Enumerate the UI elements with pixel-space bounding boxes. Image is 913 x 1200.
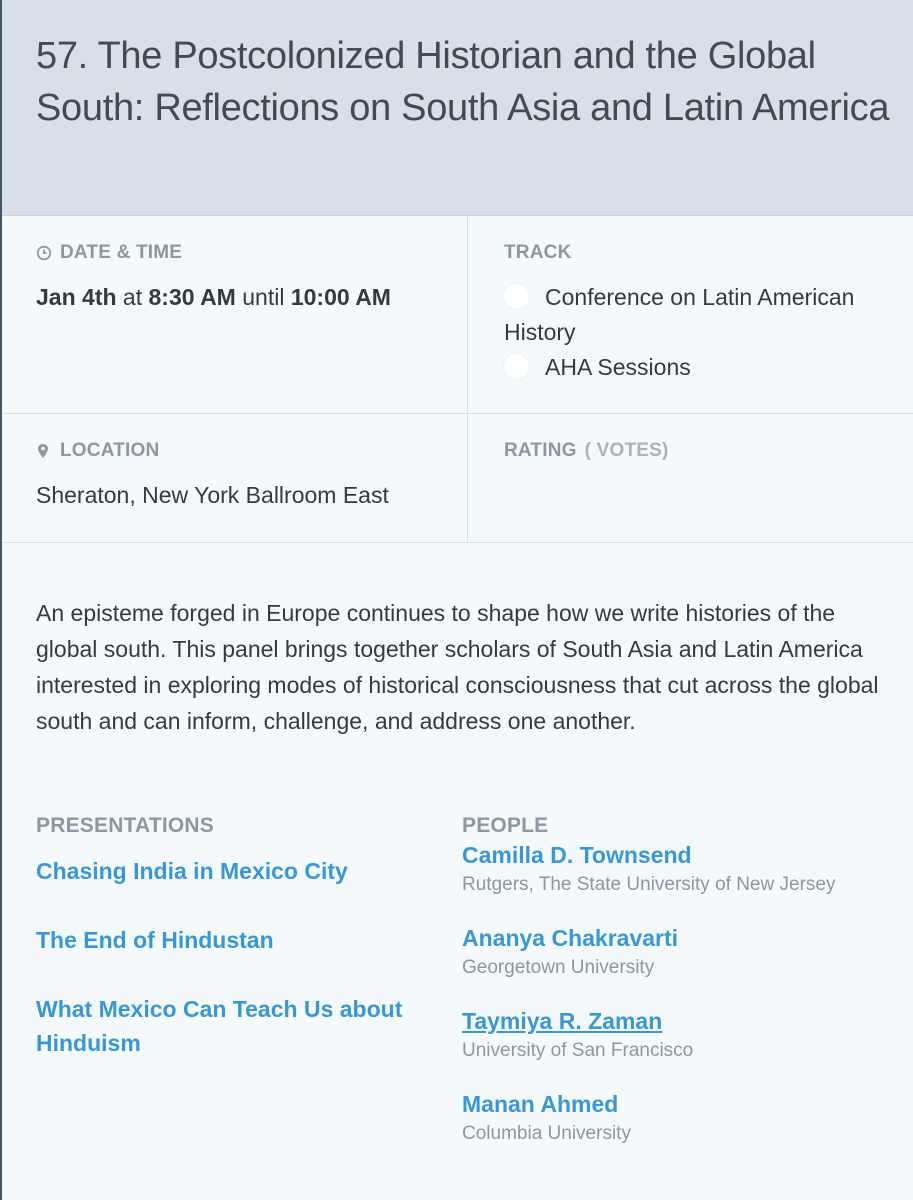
people-heading: PEOPLE [462,814,549,837]
track-color-dot-icon [504,354,529,379]
datetime-label-row: DATE & TIME [36,242,467,264]
person-affiliation: Columbia University [462,1123,631,1144]
session-description: An episteme forged in Europe continues t… [36,600,879,734]
presentation-link[interactable]: Chasing India in Mexico City [36,858,348,884]
people-section: PEOPLE Camilla D. Townsend Rutgers, The … [462,814,913,1170]
person-affiliation: University of San Francisco [462,1040,694,1061]
track-item-label: AHA Sessions [545,354,691,380]
session-title: 57. The Postcolonized Historian and the … [36,35,890,129]
person-item: Camilla D. Townsend Rutgers, The State U… [462,838,913,896]
rating-section: RATING ( VOTES) [467,414,913,542]
track-item-label: Conference on Latin American History [504,284,855,345]
datetime-section: DATE & TIME Jan 4th at 8:30 AM until 10:… [2,216,467,413]
presentations-section: PRESENTATIONS Chasing India in Mexico Ci… [36,814,462,1170]
track-section: TRACK Conference on Latin American Histo… [467,216,913,413]
location-value: Sheraton, New York Ballroom East [36,482,389,508]
date-text: Jan 4th [36,284,117,310]
info-row-2: LOCATION Sheraton, New York Ballroom Eas… [2,414,913,543]
clock-icon [36,245,52,261]
person-affiliation: Rutgers, The State University of New Jer… [462,874,836,895]
track-color-dot-icon [504,284,529,309]
end-time: 10:00 AM [290,284,391,310]
rating-label-row: RATING ( VOTES) [504,440,913,462]
person-item: Manan Ahmed Columbia University [462,1087,913,1145]
presentation-link[interactable]: The End of Hindustan [36,927,274,953]
presentation-item: The End of Hindustan [36,923,462,957]
session-page: 57. The Postcolonized Historian and the … [0,0,913,1200]
until-text: until [242,284,285,310]
session-header: 57. The Postcolonized Historian and the … [2,0,913,216]
datetime-label: DATE & TIME [60,242,183,263]
person-name-link[interactable]: Ananya Chakravarti [462,925,678,951]
presentation-link[interactable]: What Mexico Can Teach Us about Hinduism [36,996,402,1056]
person-name-link[interactable]: Camilla D. Townsend [462,842,692,868]
location-label-row: LOCATION [36,440,467,462]
person-item: Taymiya R. Zaman University of San Franc… [462,1004,913,1062]
info-row-1: DATE & TIME Jan 4th at 8:30 AM until 10:… [2,216,913,414]
track-item[interactable]: Conference on Latin American History [504,280,913,350]
at-text: at [122,284,143,310]
presentations-heading: PRESENTATIONS [36,814,215,837]
presentation-item: What Mexico Can Teach Us about Hinduism [36,992,462,1060]
rating-votes: ( VOTES) [584,440,669,461]
rating-label: RATING [504,440,577,461]
map-pin-icon [36,443,52,459]
person-item: Ananya Chakravarti Georgetown University [462,921,913,979]
datetime-value: Jan 4th at 8:30 AM until 10:00 AM [36,284,467,311]
presentation-item: Chasing India in Mexico City [36,854,462,888]
track-item[interactable]: AHA Sessions [504,350,913,385]
person-name-link[interactable]: Manan Ahmed [462,1091,618,1117]
start-time: 8:30 AM [148,284,236,310]
presentations-list: Chasing India in Mexico City The End of … [36,854,462,1060]
person-affiliation: Georgetown University [462,957,655,978]
location-label: LOCATION [60,440,160,461]
session-details: PRESENTATIONS Chasing India in Mexico Ci… [2,814,913,1170]
location-section: LOCATION Sheraton, New York Ballroom Eas… [2,414,467,542]
track-list: Conference on Latin American History AHA… [504,280,913,385]
person-name-link[interactable]: Taymiya R. Zaman [462,1008,662,1034]
track-label: TRACK [504,242,572,263]
